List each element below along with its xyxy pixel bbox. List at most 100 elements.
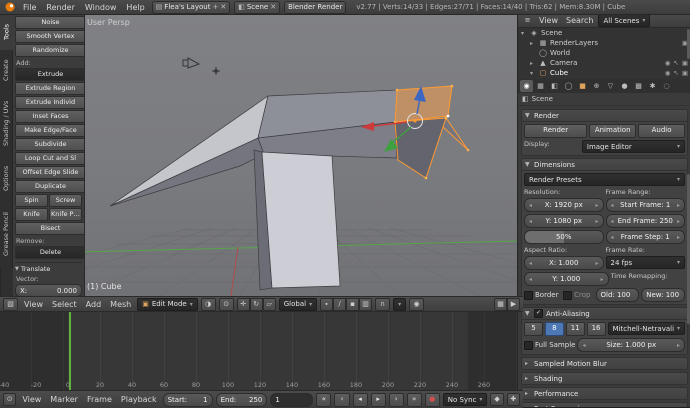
timeline-menu-marker[interactable]: Marker bbox=[47, 395, 81, 404]
visibility-eye-icon[interactable]: ◉ bbox=[665, 59, 671, 67]
start-frame-field[interactable]: Start: 1 bbox=[163, 393, 213, 407]
bisect-button[interactable]: Bisect bbox=[15, 222, 85, 235]
subdivide-button[interactable]: Subdivide bbox=[15, 138, 85, 151]
insert-keyframe-icon[interactable]: ✚ bbox=[507, 393, 520, 406]
tab-scene[interactable]: ◧ bbox=[548, 80, 561, 92]
aa-samples-5-button[interactable]: 5 bbox=[524, 322, 543, 336]
knife-project-button[interactable]: Knife Project bbox=[49, 208, 82, 221]
mode-dropdown[interactable]: ▣ Edit Mode ▾ bbox=[137, 298, 198, 311]
render-opengl-anim-button[interactable]: ▶ bbox=[507, 298, 520, 311]
tab-grease-pencil[interactable]: Grease Pencil bbox=[0, 200, 13, 268]
render-engine-selector[interactable]: Blender Render bbox=[284, 1, 346, 14]
fps-dropdown[interactable]: 24 fps▾ bbox=[606, 256, 686, 269]
display-dropdown[interactable]: Image Editor▾ bbox=[582, 140, 685, 153]
timeline-menu-view[interactable]: View bbox=[19, 395, 44, 404]
snap-element-dropdown[interactable]: ▾ bbox=[393, 298, 406, 311]
scale-manipulator-button[interactable]: ▱ bbox=[263, 298, 276, 311]
make-edge-face-button[interactable]: Make Edge/Face bbox=[15, 124, 85, 137]
knife-button[interactable]: Knife bbox=[15, 208, 48, 221]
edge-select-button[interactable]: ∕ bbox=[333, 298, 346, 311]
aa-filter-dropdown[interactable]: Mitchell-Netravali▾ bbox=[608, 322, 686, 335]
resolution-y-field[interactable]: ◂Y: 1080 px▸ bbox=[524, 214, 604, 228]
scene-selector[interactable]: ◧ Scene ✕ bbox=[234, 1, 280, 14]
extrude-individual-button[interactable]: Extrude Individ bbox=[15, 96, 85, 109]
tab-shading-uvs[interactable]: Shading / UVs bbox=[0, 90, 13, 156]
outliner-row-camera[interactable]: ▸ ▲ Camera ◉ ↖ ▣ bbox=[518, 58, 690, 68]
tab-create[interactable]: Create bbox=[0, 50, 13, 90]
panel-header-anti-aliasing[interactable]: ▼ ✓ Anti-Aliasing bbox=[521, 307, 688, 320]
jump-to-end-button[interactable]: » bbox=[407, 393, 422, 407]
outliner-filter-dropdown[interactable]: All Scenes ▾ bbox=[598, 14, 650, 27]
render-presets-dropdown[interactable]: Render Presets▾ bbox=[524, 173, 685, 186]
timeline-menu-frame[interactable]: Frame bbox=[84, 395, 115, 404]
inset-faces-button[interactable]: Inset Faces bbox=[15, 110, 85, 123]
tab-render-layers[interactable]: ▦ bbox=[534, 80, 547, 92]
smooth-vertex-button[interactable]: Smooth Vertex bbox=[15, 30, 85, 43]
outliner-row-world[interactable]: ◯ World bbox=[518, 48, 690, 58]
randomize-button[interactable]: Randomize bbox=[15, 44, 85, 57]
menu-render[interactable]: Render bbox=[43, 3, 77, 12]
keying-set-icon[interactable]: ◆ bbox=[490, 393, 503, 406]
frame-step-field[interactable]: ◂Frame Step: 1▸ bbox=[606, 230, 686, 244]
face-select-button[interactable]: ▪ bbox=[346, 298, 359, 311]
proportional-edit-dropdown[interactable]: ◉ bbox=[409, 298, 424, 311]
time-remap-new-field[interactable]: New: 100 bbox=[641, 288, 685, 302]
screw-button[interactable]: Screw bbox=[49, 194, 82, 207]
time-remap-old-field[interactable]: Old: 100 bbox=[596, 288, 640, 302]
offset-edge-slide-button[interactable]: Offset Edge Slide bbox=[15, 166, 85, 179]
pivot-point-dropdown[interactable]: ⊙ bbox=[219, 298, 234, 311]
play-button[interactable]: ▸ bbox=[371, 393, 386, 407]
resolution-x-field[interactable]: ◂X: 1920 px▸ bbox=[524, 198, 604, 212]
next-keyframe-button[interactable]: › bbox=[389, 393, 404, 407]
disclosure-triangle-icon[interactable]: ▸ bbox=[530, 60, 536, 67]
current-frame-field[interactable]: 1 bbox=[270, 393, 313, 407]
snap-magnet-button[interactable]: ∩ bbox=[375, 298, 390, 311]
jump-to-start-button[interactable]: « bbox=[316, 393, 331, 407]
animation-button[interactable]: Animation bbox=[589, 124, 636, 138]
full-sample-checkbox[interactable]: Full Sample bbox=[524, 338, 575, 352]
tab-material[interactable]: ● bbox=[618, 80, 631, 92]
disclosure-triangle-icon[interactable]: ▾ bbox=[521, 30, 527, 37]
aspect-y-field[interactable]: ◂Y: 1.000▸ bbox=[524, 272, 609, 286]
viewport-menu-mesh[interactable]: Mesh bbox=[107, 300, 134, 309]
current-frame-indicator[interactable] bbox=[69, 311, 71, 391]
tab-particles[interactable]: ✱ bbox=[646, 80, 659, 92]
panel-header-render[interactable]: ▼Render bbox=[521, 109, 688, 122]
resolution-percentage-slider[interactable]: 50% bbox=[524, 230, 604, 244]
vertex-select-button[interactable]: ∙ bbox=[320, 298, 333, 311]
loop-cut-button[interactable]: Loop Cut and Sl bbox=[15, 152, 85, 165]
renderability-icon[interactable]: ▣ bbox=[682, 59, 688, 67]
render-button[interactable]: Render bbox=[524, 124, 587, 138]
timeline-editor-type-button[interactable]: ⊙ bbox=[3, 393, 16, 406]
end-frame-field[interactable]: ◂End Frame: 250▸ bbox=[606, 214, 686, 228]
viewport-menu-view[interactable]: View bbox=[21, 300, 46, 309]
viewport-menu-add[interactable]: Add bbox=[83, 300, 105, 309]
end-frame-field[interactable]: End: 250 bbox=[216, 393, 268, 407]
disclosure-triangle-icon[interactable]: ▾ bbox=[530, 70, 536, 77]
checkbox-checked[interactable]: ✓ bbox=[534, 309, 543, 318]
selectability-icon[interactable]: ↖ bbox=[673, 69, 678, 77]
delete-scene-button[interactable]: ✕ bbox=[270, 3, 276, 11]
noise-button[interactable]: Noise bbox=[15, 16, 85, 29]
editor-type-button[interactable]: ▧ bbox=[3, 298, 18, 311]
occlude-geometry-button[interactable]: ▥ bbox=[359, 298, 372, 311]
extrude-region-button[interactable]: Extrude Region bbox=[15, 82, 85, 95]
record-button[interactable]: ● bbox=[425, 393, 440, 407]
renderability-icon[interactable]: ▣ bbox=[682, 69, 688, 77]
border-checkbox[interactable]: Border bbox=[524, 288, 561, 302]
transform-orientation-dropdown[interactable]: Global ▾ bbox=[279, 298, 317, 311]
delete-layout-button[interactable]: ✕ bbox=[220, 3, 226, 11]
menu-window[interactable]: Window bbox=[82, 3, 120, 12]
panel-header-shading[interactable]: ▸Shading bbox=[521, 372, 688, 385]
camera-object[interactable] bbox=[183, 58, 199, 68]
timeline-menu-playback[interactable]: Playback bbox=[118, 395, 160, 404]
timeline-editor[interactable]: -40 -20 0 20 40 60 80 100 120 140 160 18… bbox=[0, 310, 517, 391]
audio-button[interactable]: Audio bbox=[638, 124, 685, 138]
aa-samples-11-button[interactable]: 11 bbox=[566, 322, 585, 336]
tab-modifiers[interactable]: ⊕ bbox=[590, 80, 603, 92]
mesh-paper-plane[interactable] bbox=[110, 90, 397, 290]
panel-header-post-processing[interactable]: ▸Post Processing bbox=[521, 402, 688, 407]
add-layout-button[interactable]: + bbox=[212, 3, 218, 11]
delete-menu-button[interactable]: Delete bbox=[15, 246, 85, 259]
start-frame-field[interactable]: ◂Start Frame: 1▸ bbox=[606, 198, 686, 212]
